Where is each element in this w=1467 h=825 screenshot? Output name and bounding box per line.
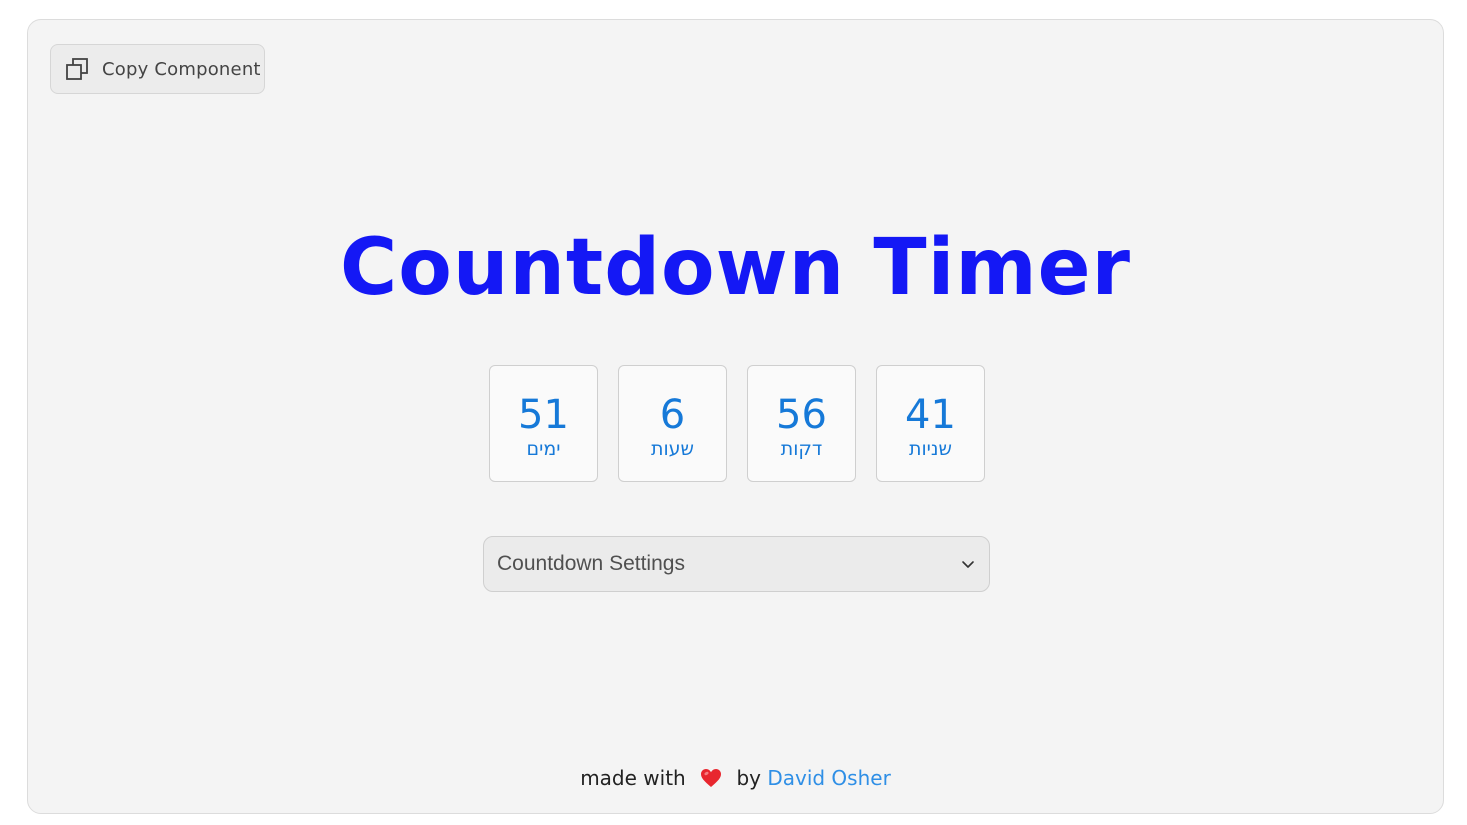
timer-label: שניות xyxy=(909,438,952,460)
timer-unit-minutes: 56 דקות xyxy=(747,365,856,482)
timer-value: 51 xyxy=(518,392,569,438)
timer-label: דקות xyxy=(780,438,823,460)
timer-value: 41 xyxy=(905,392,956,438)
timer-label: ימים xyxy=(526,438,561,460)
timer-unit-seconds: 41 שניות xyxy=(876,365,985,482)
heart-icon xyxy=(700,768,722,788)
countdown-display: 51 ימים 6 שעות 56 דקות 41 שניות xyxy=(489,365,985,482)
component-frame: Copy Component Countdown Timer 51 ימים 6… xyxy=(27,19,1444,814)
timer-value: 56 xyxy=(776,392,827,438)
countdown-settings-toggle[interactable]: Countdown Settings xyxy=(483,536,990,592)
timer-value: 6 xyxy=(659,392,686,438)
footer-made-with: made with xyxy=(580,766,686,790)
copy-component-label: Copy Component xyxy=(102,58,261,80)
footer-by: by xyxy=(736,766,761,790)
chevron-down-icon xyxy=(960,556,976,572)
countdown-settings-label: Countdown Settings xyxy=(497,552,685,575)
timer-label: שעות xyxy=(650,438,695,460)
page-title: Countdown Timer xyxy=(340,223,1131,313)
footer: made with by David Osher xyxy=(28,766,1443,790)
copy-component-button[interactable]: Copy Component xyxy=(50,44,265,94)
timer-unit-hours: 6 שעות xyxy=(618,365,727,482)
timer-unit-days: 51 ימים xyxy=(489,365,598,482)
copy-icon xyxy=(64,56,90,82)
author-link[interactable]: David Osher xyxy=(767,766,890,790)
